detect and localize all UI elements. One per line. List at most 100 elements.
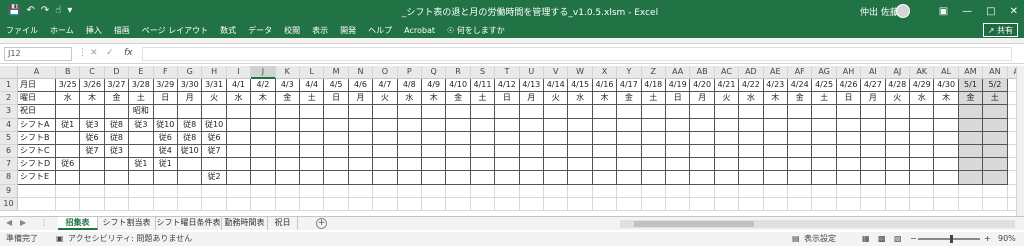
cell-v10[interactable] [544,197,569,211]
cell-e5[interactable] [129,131,154,145]
cell-t8[interactable] [495,171,520,185]
row-header-1[interactable]: 1 [0,79,18,93]
cell-l7[interactable] [300,158,325,172]
cell-o4[interactable] [373,118,398,132]
cell-a4[interactable]: シフトA [18,118,56,132]
column-header-l[interactable]: L [300,66,325,79]
column-header-i[interactable]: I [226,66,252,79]
cell-f7[interactable]: 従1 [153,158,178,172]
cell-n5[interactable] [348,131,374,145]
cell-ad10[interactable] [739,197,764,211]
tab-page-layout[interactable]: ページ レイアウト [136,25,214,36]
cell-c8[interactable] [80,171,105,185]
column-header-h[interactable]: H [202,66,227,79]
cell-ai1[interactable]: 4/27 [861,79,886,93]
cell-p1[interactable]: 4/8 [397,79,422,93]
cell-t10[interactable] [495,197,520,211]
cell-ac6[interactable] [714,145,740,159]
column-header-f[interactable]: F [153,66,178,79]
cell-s2[interactable]: 土 [470,92,496,106]
cell-s6[interactable] [470,145,496,159]
cell-r7[interactable] [446,158,471,172]
cell-n10[interactable] [348,197,374,211]
cell-g3[interactable] [178,105,203,119]
tab-file[interactable]: ファイル [0,25,44,36]
cell-ae6[interactable] [763,145,788,159]
share-button[interactable]: ↗ 共有 [982,23,1018,37]
cell-am6[interactable] [958,145,984,159]
column-header-m[interactable]: M [324,66,349,79]
cell-x9[interactable] [592,184,618,198]
cell-n2[interactable]: 月 [348,92,374,106]
tab-data[interactable]: データ [242,25,278,36]
cell-aj3[interactable] [885,105,910,119]
cell-h7[interactable] [202,158,227,172]
cell-ak8[interactable] [910,171,935,185]
cell-e7[interactable]: 従1 [129,158,154,172]
column-header-j[interactable]: J [251,66,276,79]
tab-acrobat[interactable]: Acrobat [398,26,441,35]
cell-af9[interactable] [788,184,813,198]
cell-b9[interactable] [56,184,81,198]
cell-p2[interactable]: 水 [397,92,422,106]
cell-ag5[interactable] [812,131,837,145]
cell-u10[interactable] [519,197,544,211]
cell-k9[interactable] [275,184,300,198]
cell-ad1[interactable]: 4/22 [739,79,764,93]
cell-ak4[interactable] [910,118,935,132]
cell-q7[interactable] [422,158,447,172]
cell-h5[interactable]: 従6 [202,131,227,145]
row-header-8[interactable]: 8 [0,171,18,185]
cell-l1[interactable]: 4/4 [300,79,325,93]
cell-ae3[interactable] [763,105,788,119]
vertical-scrollbar[interactable] [1016,66,1024,216]
cell-af1[interactable]: 4/24 [788,79,813,93]
column-header-r[interactable]: R [446,66,471,79]
cell-f4[interactable]: 従10 [153,118,178,132]
cell-ah3[interactable] [836,105,862,119]
cell-i7[interactable] [226,158,252,172]
cell-ad7[interactable] [739,158,764,172]
cell-w3[interactable] [568,105,593,119]
column-header-aa[interactable]: AA [666,66,691,79]
column-header-g[interactable]: G [178,66,203,79]
cell-d1[interactable]: 3/27 [104,79,130,93]
cell-h4[interactable]: 従10 [202,118,227,132]
cell-ag6[interactable] [812,145,837,159]
cell-e8[interactable] [129,171,154,185]
normal-view-icon[interactable]: ▦ [862,232,870,246]
cell-f10[interactable] [153,197,178,211]
cell-ak7[interactable] [910,158,935,172]
cell-t2[interactable]: 日 [495,92,520,106]
cell-ad5[interactable] [739,131,764,145]
cell-ai7[interactable] [861,158,886,172]
cell-ac8[interactable] [714,171,740,185]
cell-g1[interactable]: 3/30 [178,79,203,93]
cell-af3[interactable] [788,105,813,119]
cell-am1[interactable]: 5/1 [958,79,984,93]
cell-m1[interactable]: 4/5 [324,79,349,93]
cell-t4[interactable] [495,118,520,132]
cell-q6[interactable] [422,145,447,159]
cell-k10[interactable] [275,197,300,211]
cell-m5[interactable] [324,131,349,145]
cell-ah1[interactable]: 4/26 [836,79,862,93]
cell-x8[interactable] [592,171,618,185]
sheet-tab-4[interactable]: 勤務時間表 [222,217,268,230]
row-header-3[interactable]: 3 [0,105,18,119]
cell-z9[interactable] [641,184,666,198]
tell-me-search[interactable]: ☉ 何をしますか [441,25,511,36]
cell-an5[interactable] [983,131,1008,145]
cell-m7[interactable] [324,158,349,172]
tab-developer[interactable]: 開発 [334,25,362,36]
cell-v8[interactable] [544,171,569,185]
formula-input[interactable] [142,47,1012,61]
cell-w7[interactable] [568,158,593,172]
cell-ab4[interactable] [690,118,715,132]
cell-y1[interactable]: 4/17 [617,79,642,93]
cell-n8[interactable] [348,171,374,185]
sheet-tab-5[interactable]: 祝日 [268,217,298,230]
cell-v2[interactable]: 火 [544,92,569,106]
cell-r6[interactable] [446,145,471,159]
cell-n9[interactable] [348,184,374,198]
